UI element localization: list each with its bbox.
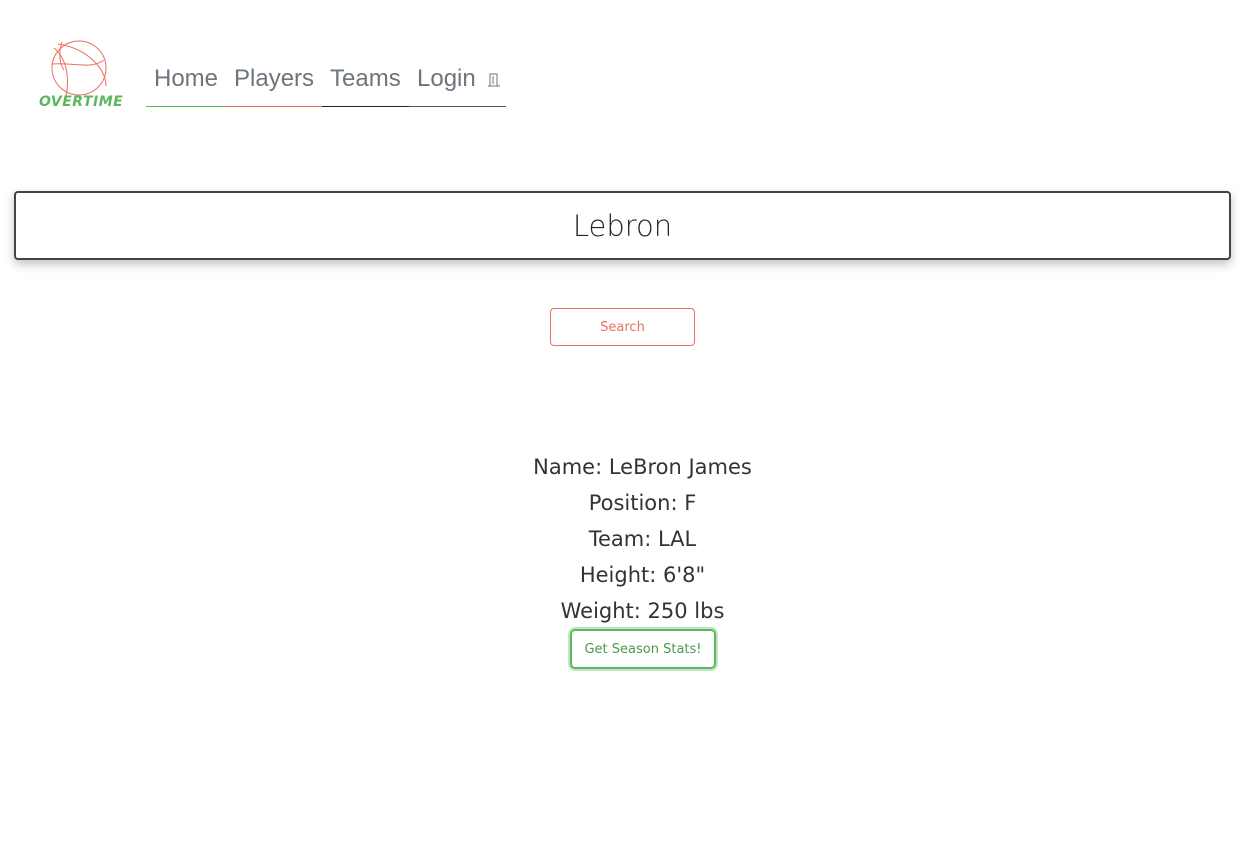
nav-login-label: Login — [417, 65, 476, 92]
player-info: Name: LeBron James Position: F Team: LAL… — [0, 450, 1249, 630]
search-button[interactable]: Search — [550, 308, 695, 346]
overtime-logo[interactable]: OVERTIME — [36, 38, 126, 114]
main-nav: Home Players Teams Login — [146, 60, 506, 108]
nav-teams[interactable]: Teams — [322, 60, 409, 107]
nav-login[interactable]: Login — [409, 60, 506, 107]
nav-home-label: Home — [154, 65, 219, 92]
nav-home[interactable]: Home — [146, 60, 226, 107]
player-height: Height: 6'8" — [579, 563, 706, 587]
get-season-stats-button[interactable]: Get Season Stats! — [570, 629, 716, 669]
nav-players[interactable]: Players — [226, 60, 322, 107]
player-position: Position: F — [588, 491, 697, 515]
nav-teams-label: Teams — [330, 65, 401, 92]
stats-button-label: Get Season Stats! — [584, 641, 702, 657]
player-name: Name: LeBron James — [533, 455, 752, 479]
search-button-label: Search — [600, 319, 645, 335]
player-team: Team: LAL — [588, 527, 697, 551]
nav-players-label: Players — [234, 65, 315, 92]
search-box — [14, 191, 1231, 260]
search-input[interactable] — [16, 193, 1229, 258]
site-header: OVERTIME Home Players Teams Login — [0, 0, 1249, 130]
logo-text: OVERTIME — [39, 94, 124, 110]
player-weight: Weight: 250 lbs — [560, 599, 725, 623]
login-icon — [488, 67, 501, 87]
